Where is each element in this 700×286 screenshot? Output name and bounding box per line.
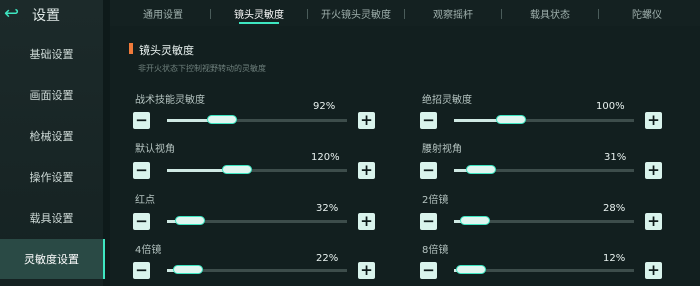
back-icon[interactable]: ↩ [4, 3, 19, 24]
sidebar-item-controls[interactable]: 操作设置 [0, 159, 103, 195]
tab-fire-camera-sensitivity[interactable]: 开火镜头灵敏度 [308, 0, 404, 26]
sidebar-item-weapon[interactable]: 枪械设置 [0, 118, 103, 154]
sidebar-item-label: 操作设置 [29, 171, 74, 184]
slider-knob[interactable] [207, 115, 237, 124]
increase-button[interactable]: + [358, 262, 375, 279]
increase-button[interactable]: + [645, 162, 662, 179]
slider-knob[interactable] [222, 165, 252, 174]
slider-value: 120% [311, 152, 340, 163]
decrease-button[interactable]: − [420, 112, 437, 129]
sidebar-item-label: 灵敏度设置 [24, 253, 79, 266]
tab-gyroscope[interactable]: 陀螺仪 [599, 0, 695, 26]
sidebar-item-vehicle[interactable]: 载具设置 [0, 200, 103, 236]
increase-button[interactable]: + [358, 112, 375, 129]
decrease-button[interactable]: − [133, 213, 150, 230]
tab-vehicle-status[interactable]: 载具状态 [502, 0, 598, 26]
slider-label: 默认视角 [135, 144, 175, 155]
slider-knob[interactable] [466, 165, 496, 174]
slider-track[interactable] [167, 165, 347, 174]
slider-value: 31% [604, 152, 627, 163]
slider-label: 绝招灵敏度 [422, 95, 472, 106]
slider-label: 2倍镜 [422, 195, 449, 206]
slider-value: 22% [316, 253, 339, 264]
decrease-button[interactable]: − [133, 162, 150, 179]
slider-knob[interactable] [456, 265, 486, 274]
tab-observe-joystick[interactable]: 观察摇杆 [405, 0, 501, 26]
tab-bar: 通用设置 镜头灵敏度 开火镜头灵敏度 观察摇杆 载具状态 陀螺仪 [110, 0, 700, 27]
increase-button[interactable]: + [645, 112, 662, 129]
slider-track[interactable] [167, 216, 347, 225]
slider-knob[interactable] [175, 216, 205, 225]
slider-knob[interactable] [173, 265, 203, 274]
slider-value: 100% [596, 101, 625, 112]
section-title: 镜头灵敏度 [139, 44, 194, 57]
slider-label: 红点 [135, 195, 155, 206]
sidebar-item-display[interactable]: 画面设置 [0, 77, 103, 113]
decrease-button[interactable]: − [133, 262, 150, 279]
slider-track[interactable] [454, 165, 634, 174]
tab-camera-sensitivity[interactable]: 镜头灵敏度 [211, 0, 307, 26]
decrease-button[interactable]: − [133, 112, 150, 129]
sidebar-item-label: 载具设置 [29, 212, 74, 225]
slider-track[interactable] [454, 216, 634, 225]
sidebar-item-label: 基础设置 [29, 48, 74, 61]
increase-button[interactable]: + [358, 162, 375, 179]
slider-label: 腰射视角 [422, 144, 462, 155]
increase-button[interactable]: + [645, 213, 662, 230]
sidebar-item-basic[interactable]: 基础设置 [0, 36, 103, 72]
section-subtitle: 非开火状态下控制视野转动的灵敏度 [138, 64, 266, 73]
sidebar-item-label: 枪械设置 [29, 130, 74, 143]
slider-value: 28% [603, 203, 626, 214]
tab-general[interactable]: 通用设置 [115, 0, 211, 26]
slider-knob[interactable] [460, 216, 490, 225]
slider-track[interactable] [454, 115, 634, 124]
slider-label: 4倍镜 [135, 245, 162, 256]
slider-track[interactable] [454, 265, 634, 274]
decrease-button[interactable]: − [420, 162, 437, 179]
slider-knob[interactable] [496, 115, 526, 124]
increase-button[interactable]: + [645, 262, 662, 279]
slider-track[interactable] [167, 265, 347, 274]
slider-value: 12% [603, 253, 626, 264]
sidebar-item-sensitivity[interactable]: 灵敏度设置 [0, 239, 105, 279]
decrease-button[interactable]: − [420, 262, 437, 279]
section-marker [129, 43, 133, 54]
header: ↩ 设置 [0, 0, 103, 26]
slider-label: 8倍镜 [422, 245, 449, 256]
sidebar-item-label: 画面设置 [29, 89, 74, 102]
slider-label: 战术技能灵敏度 [135, 95, 205, 106]
slider-track[interactable] [167, 115, 347, 124]
decrease-button[interactable]: − [420, 213, 437, 230]
increase-button[interactable]: + [358, 213, 375, 230]
slider-value: 92% [313, 101, 336, 112]
page-title: 设置 [32, 8, 60, 24]
slider-value: 32% [316, 203, 339, 214]
